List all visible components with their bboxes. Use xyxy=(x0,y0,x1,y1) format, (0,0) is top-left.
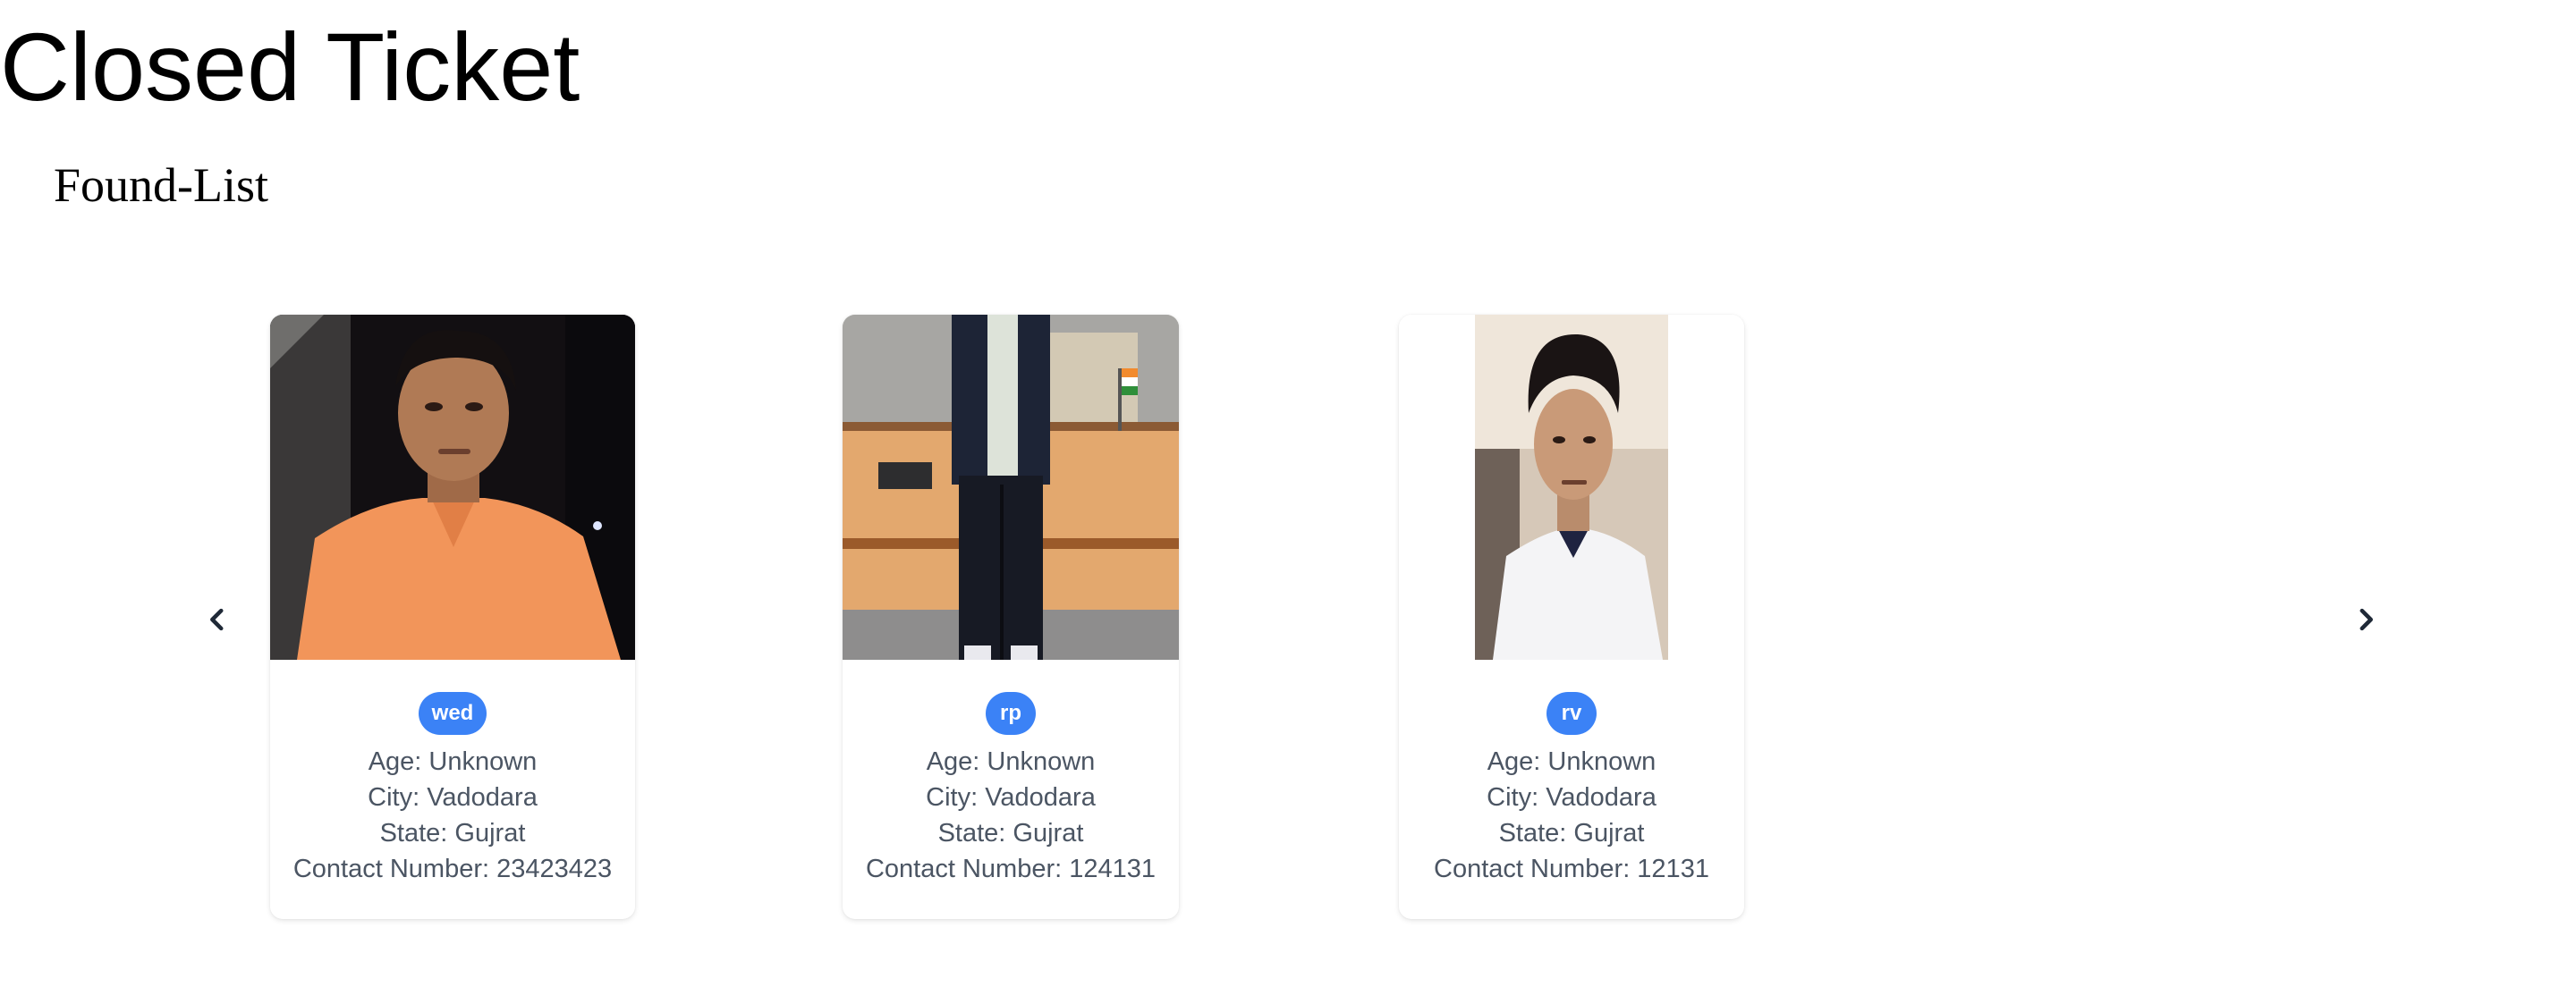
carousel-prev-button[interactable] xyxy=(195,597,240,642)
person-info: wed Age: Unknown City: Vadodara State: G… xyxy=(270,660,635,887)
person-card[interactable]: rp Age: Unknown City: Vadodara State: Gu… xyxy=(843,315,1179,919)
person-photo-frame xyxy=(270,315,635,660)
person-card[interactable]: rv Age: Unknown City: Vadodara State: Gu… xyxy=(1399,315,1744,919)
found-list-carousel: wed Age: Unknown City: Vadodara State: G… xyxy=(0,0,2576,987)
name-badge: rp xyxy=(986,692,1036,735)
person-photo-frame xyxy=(1399,315,1744,660)
age-text: Age: Unknown xyxy=(368,747,538,776)
contact-text: Contact Number: 23423423 xyxy=(292,855,613,883)
person-photo-frame xyxy=(843,315,1179,660)
state-text: State: Gujrat xyxy=(379,819,526,848)
person-card[interactable]: wed Age: Unknown City: Vadodara State: G… xyxy=(270,315,635,919)
state-text: State: Gujrat xyxy=(937,819,1084,848)
person-info: rv Age: Unknown City: Vadodara State: Gu… xyxy=(1399,660,1744,887)
person-photo xyxy=(270,315,635,660)
person-info: rp Age: Unknown City: Vadodara State: Gu… xyxy=(843,660,1179,887)
contact-text: Contact Number: 124131 xyxy=(865,855,1157,883)
age-text: Age: Unknown xyxy=(1487,747,1657,776)
chevron-right-icon xyxy=(2360,608,2373,631)
state-text: State: Gujrat xyxy=(1498,819,1645,848)
city-text: City: Vadodara xyxy=(1487,783,1657,812)
name-badge: rv xyxy=(1546,692,1597,735)
city-text: City: Vadodara xyxy=(368,783,538,812)
age-text: Age: Unknown xyxy=(926,747,1096,776)
contact-text: Contact Number: 12131 xyxy=(1434,855,1709,883)
carousel-next-button[interactable] xyxy=(2343,597,2388,642)
person-photo xyxy=(843,315,1179,660)
city-text: City: Vadodara xyxy=(926,783,1096,812)
chevron-left-icon xyxy=(210,608,224,631)
name-badge: wed xyxy=(418,692,487,735)
person-photo xyxy=(1475,315,1668,660)
